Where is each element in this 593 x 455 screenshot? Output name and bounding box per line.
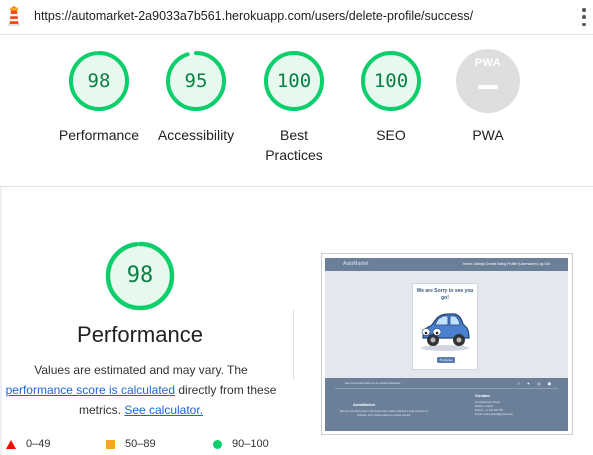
see-calculator-link[interactable]: See calculator.: [124, 403, 203, 417]
score-value: 98: [87, 70, 111, 92]
pwa-badge-icon: PWA: [456, 49, 520, 113]
score-value: 100: [373, 70, 409, 92]
to-home-button: To Home: [437, 357, 455, 363]
triangle-icon: [6, 439, 16, 449]
social-icons: f ✦ ◎ ◼: [518, 381, 554, 386]
final-screenshot[interactable]: AutoMarket Home Listings Create listing …: [321, 253, 573, 435]
footer-social-note: Get connected with us on social networks…: [345, 381, 402, 385]
page-url[interactable]: https://automarket-2a9033a7b561.herokuap…: [34, 9, 473, 23]
site-footer: Get connected with us on social networks…: [325, 378, 568, 431]
score-gauge: 98: [67, 49, 131, 113]
legend-label: 50–89: [125, 438, 156, 450]
performance-gauge: 98: [104, 240, 176, 312]
pwa-dash: [478, 85, 498, 89]
gauge-label: Best Practices: [265, 127, 323, 163]
site-navbar: AutoMarket Home Listings Create listing …: [325, 258, 568, 271]
footer-heading: AutoMarket: [353, 402, 376, 407]
section-divider: [0, 186, 593, 187]
gauge-best-practices[interactable]: 100 Best Practices: [244, 49, 344, 165]
sorry-card-title: We are Sorry to see you go!: [416, 288, 474, 301]
performance-description: Values are estimated and may vary. The p…: [0, 360, 282, 420]
legend-pass: 90–100: [213, 438, 269, 450]
footer-text: Discover the best deals in the automotiv…: [339, 410, 429, 417]
square-icon: [106, 439, 115, 449]
legend-label: 90–100: [232, 438, 269, 450]
gauge-label: Performance: [58, 127, 140, 143]
site-brand: AutoMarket: [343, 261, 369, 267]
contact-line: Email: automarket@gmail.com: [475, 412, 514, 416]
gauge-performance[interactable]: 98 Performance: [49, 49, 149, 145]
score-legend: 0–49 50–89 90–100: [0, 436, 300, 454]
score-gauge: 95: [164, 49, 228, 113]
gauge-accessibility[interactable]: 95 Accessibility: [146, 49, 246, 145]
footer-rule: [335, 388, 558, 389]
lighthouse-icon: [8, 6, 20, 26]
score-gauge: 100: [262, 49, 326, 113]
desc-text: Values are estimated and may vary. The: [34, 363, 248, 377]
gauge-label: PWA: [472, 127, 504, 143]
screenshot-content: AutoMarket Home Listings Create listing …: [325, 258, 568, 431]
footer-contact-heading: Contact: [475, 393, 490, 398]
scores-summary: 98 Performance 95 Accessibility 100 Best…: [0, 35, 593, 185]
score-gauge: 100: [359, 49, 423, 113]
pwa-badge-text: PWA: [474, 57, 502, 69]
site-nav-links: Home Listings Create listing Profile (Us…: [462, 262, 550, 266]
sad-car-icon: [421, 313, 470, 351]
sorry-card: We are Sorry to see you go! To Home: [412, 283, 478, 370]
gauge-seo[interactable]: 100 SEO: [341, 49, 441, 145]
performance-title: Performance: [77, 322, 203, 347]
gauge-label: SEO: [376, 127, 406, 143]
more-options-icon[interactable]: [581, 8, 587, 26]
gauge-label: Accessibility: [157, 127, 235, 143]
vertical-separator: [293, 310, 294, 380]
gauge-pwa[interactable]: PWA PWA: [438, 49, 538, 145]
circle-icon: [213, 439, 222, 449]
legend-average: 50–89: [106, 438, 156, 450]
performance-score: 98: [126, 263, 154, 288]
performance-score-link[interactable]: performance score is calculated: [6, 383, 175, 397]
footer-contact: 43 Hollywood Street Dublin, Ireland Phon…: [475, 400, 555, 416]
url-bar: https://automarket-2a9033a7b561.herokuap…: [0, 0, 593, 35]
score-value: 95: [184, 70, 208, 92]
legend-label: 0–49: [26, 438, 51, 450]
score-value: 100: [276, 70, 312, 92]
legend-fail: 0–49: [6, 438, 50, 450]
